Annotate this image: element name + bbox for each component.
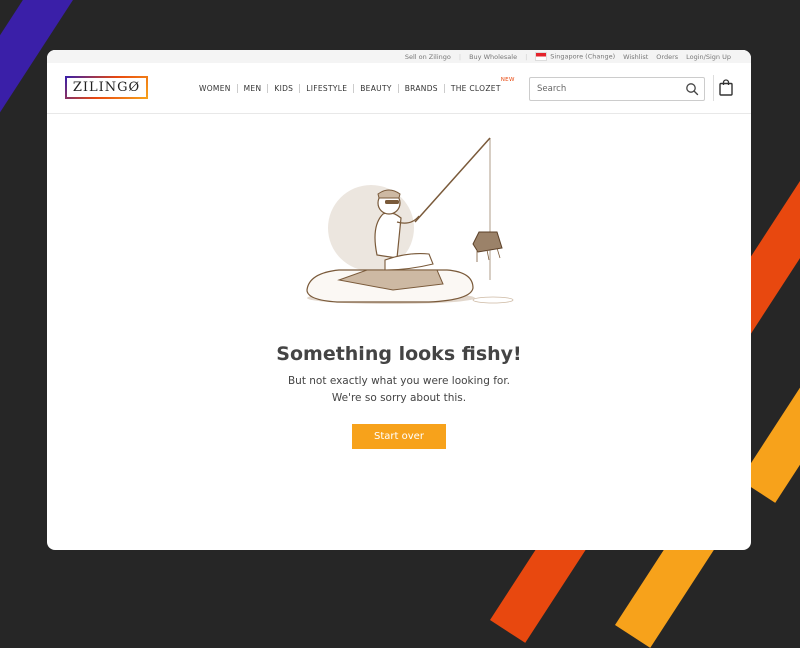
wishlist-link[interactable]: Wishlist <box>623 53 648 61</box>
error-message-line-1: But not exactly what you were looking fo… <box>287 375 511 387</box>
buy-wholesale-link[interactable]: Buy Wholesale <box>469 53 517 61</box>
sell-on-zilingo-link[interactable]: Sell on Zilingo <box>405 53 451 61</box>
torso <box>374 212 402 259</box>
nav-item-the-clozet[interactable]: THE CLOZET NEW <box>443 77 514 93</box>
region-selector[interactable]: Singapore (Change) <box>535 52 615 61</box>
error-message-line-2: We're so sorry about this. <box>331 392 467 404</box>
nav-item-lifestyle[interactable]: LIFESTYLE <box>299 83 353 93</box>
search-icon[interactable] <box>684 81 700 97</box>
nav-item-label: THE CLOZET <box>450 83 501 93</box>
nav-item-women[interactable]: WOMEN <box>193 84 237 93</box>
orders-link[interactable]: Orders <box>656 53 678 61</box>
region-label: Singapore (Change) <box>550 52 616 61</box>
sunglasses <box>385 200 399 204</box>
main-nav: WOMEN MEN KIDS LIFESTYLE BEAUTY BRANDS T… <box>193 63 514 113</box>
shopping-bag-icon[interactable] <box>719 79 733 96</box>
new-badge: NEW <box>500 76 515 83</box>
separator: | <box>525 52 528 61</box>
start-over-button[interactable]: Start over <box>352 424 446 449</box>
zilingo-logo[interactable]: ZILINGØ <box>65 76 148 99</box>
search-input[interactable] <box>530 83 684 95</box>
browser-window: Sell on Zilingo | Buy Wholesale | Singap… <box>47 50 751 550</box>
nav-item-men[interactable]: MEN <box>236 83 268 93</box>
site-header: ZILINGØ WOMEN MEN KIDS LIFESTYLE BEAUTY … <box>47 63 751 114</box>
search-box <box>529 77 705 101</box>
header-divider <box>713 75 714 101</box>
water-ripple <box>472 296 514 304</box>
login-signup-link[interactable]: Login/Sign Up <box>686 53 731 61</box>
nav-item-kids[interactable]: KIDS <box>267 83 299 93</box>
separator: | <box>458 52 462 61</box>
utility-bar: Sell on Zilingo | Buy Wholesale | Singap… <box>47 50 751 63</box>
nav-item-beauty[interactable]: BEAUTY <box>353 83 397 93</box>
fishing-man-illustration <box>306 137 514 304</box>
nav-item-brands[interactable]: BRANDS <box>397 83 444 93</box>
error-headline: Something looks fishy! <box>276 343 522 365</box>
fishing-rod <box>414 137 491 223</box>
singapore-flag-icon <box>535 52 548 61</box>
